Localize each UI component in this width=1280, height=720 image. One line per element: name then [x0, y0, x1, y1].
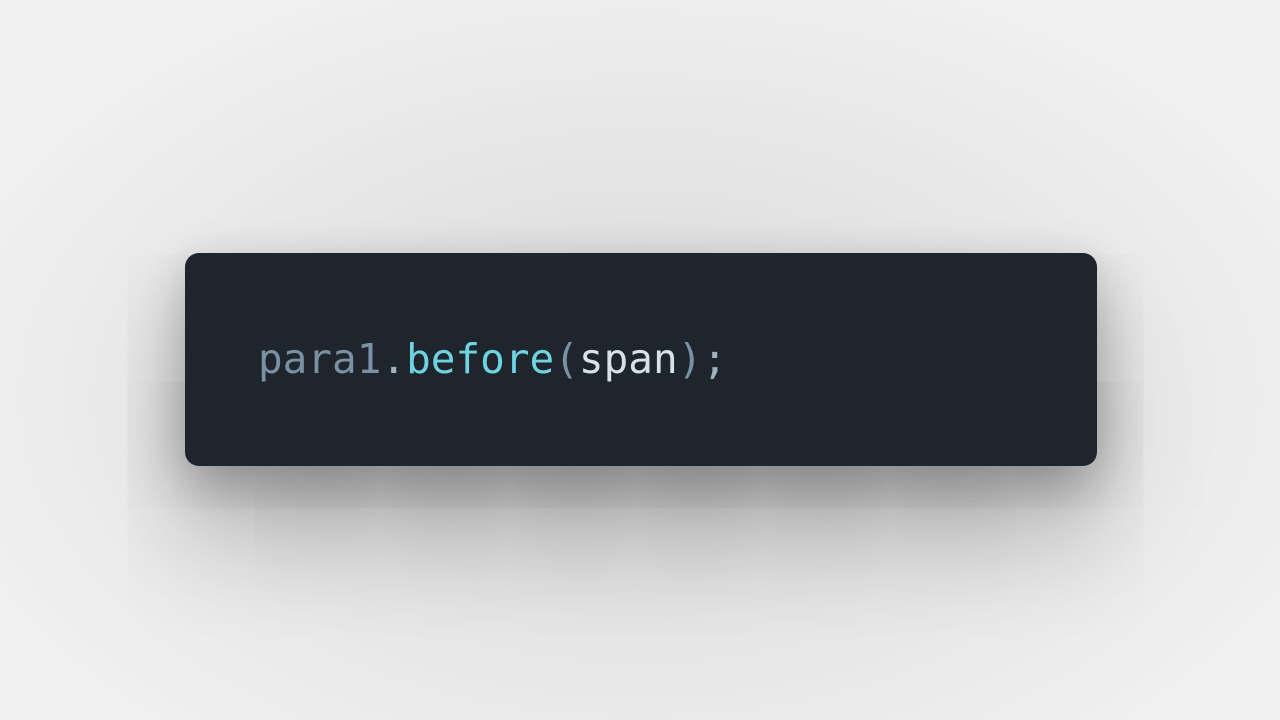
- code-token-method: before: [406, 335, 555, 383]
- code-token-close-paren: ): [677, 335, 703, 383]
- code-block: para1.before(span);: [185, 253, 1097, 466]
- canvas-background: para1.before(span);: [0, 0, 1280, 720]
- code-line: para1.before(span);: [258, 331, 727, 387]
- code-token-object: para1: [258, 335, 382, 383]
- code-token-dot: .: [381, 335, 407, 383]
- code-token-open-paren: (: [554, 335, 579, 383]
- code-token-argument: span: [578, 335, 678, 383]
- code-token-semicolon: ;: [702, 335, 728, 383]
